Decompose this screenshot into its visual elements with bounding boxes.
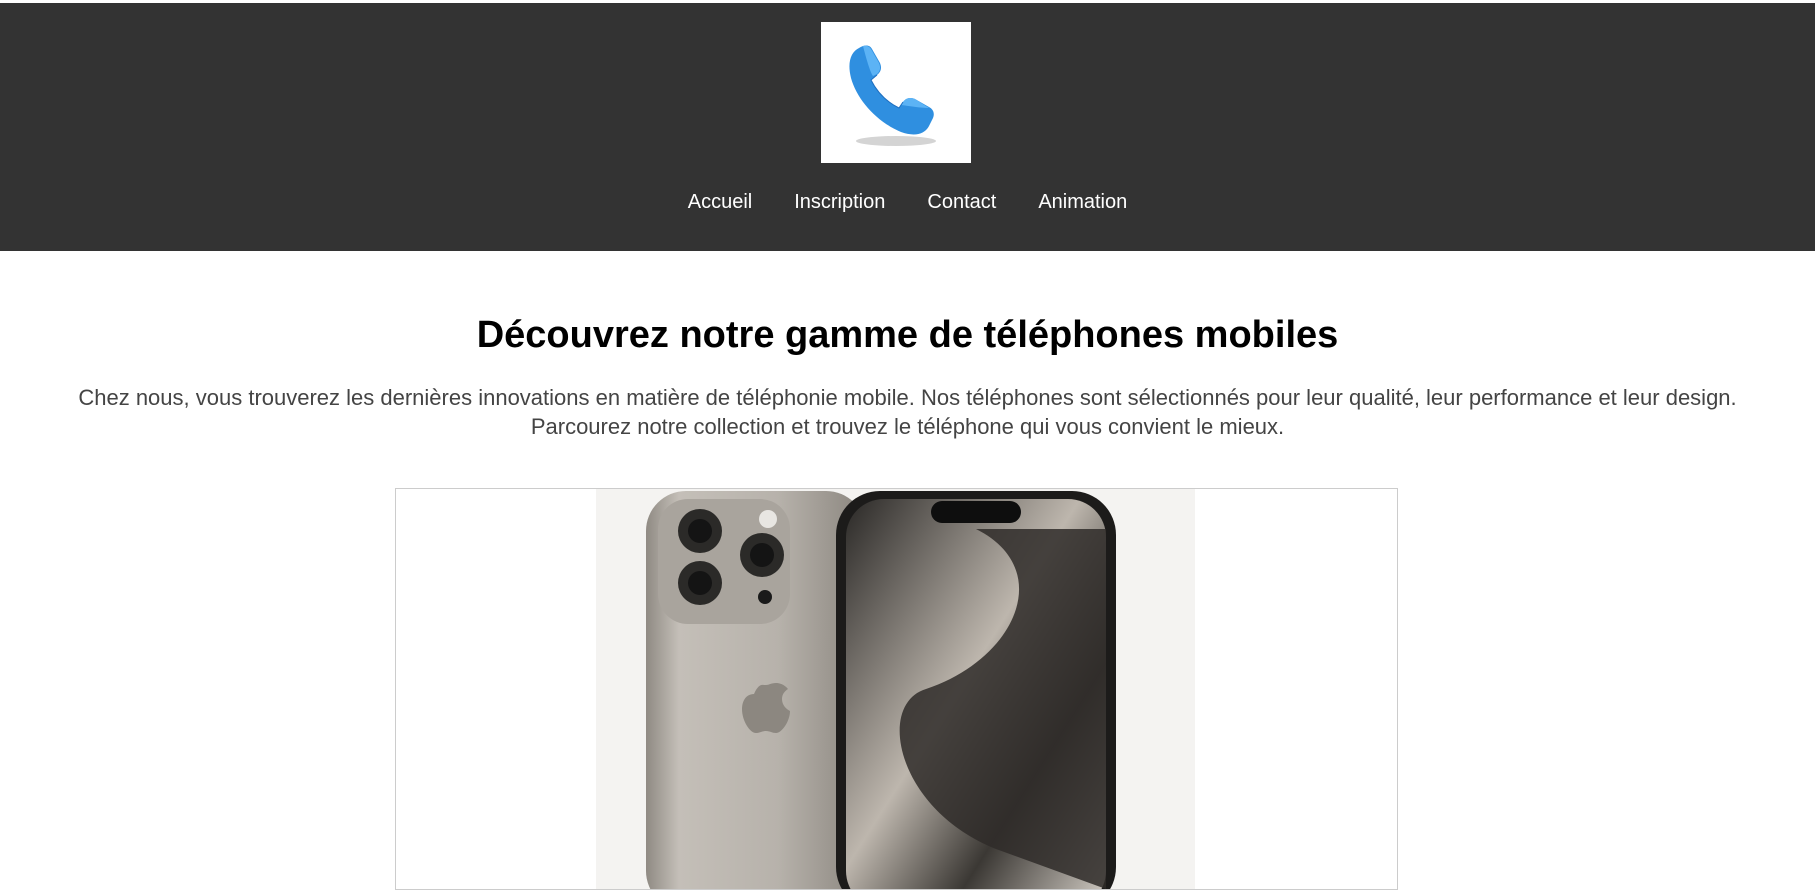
product-image	[596, 489, 1195, 889]
nav-animation[interactable]: Animation	[1017, 189, 1148, 215]
phone-icon	[849, 45, 936, 146]
nav-inscription[interactable]: Inscription	[773, 189, 906, 215]
main-nav: Accueil Inscription Contact Animation	[0, 189, 1815, 215]
product-card[interactable]	[395, 488, 1398, 890]
nav-accueil[interactable]: Accueil	[667, 189, 773, 215]
site-header: Accueil Inscription Contact Animation	[0, 3, 1815, 251]
main-content: Découvrez notre gamme de téléphones mobi…	[0, 251, 1815, 441]
site-logo[interactable]	[821, 22, 971, 163]
page-title: Découvrez notre gamme de téléphones mobi…	[476, 314, 1339, 356]
nav-contact[interactable]: Contact	[906, 189, 1017, 215]
intro-paragraph: Chez nous, vous trouverez les dernières …	[78, 385, 1737, 439]
